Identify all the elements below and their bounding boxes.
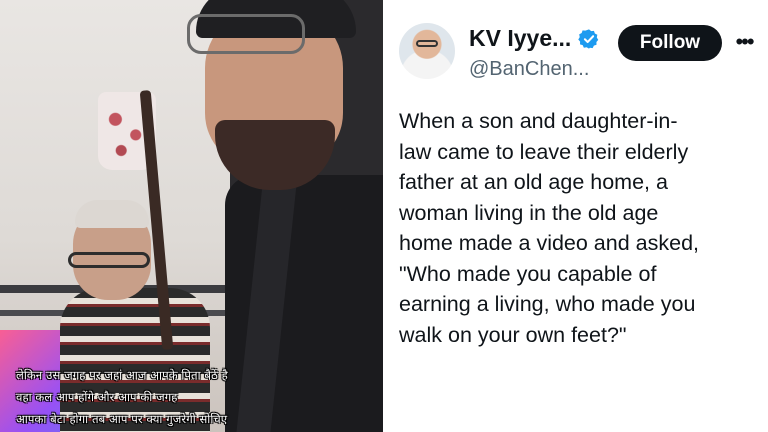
caption-line: वहा कल आप होंगे और आप की जगह: [16, 390, 178, 404]
avatar[interactable]: [399, 23, 455, 79]
elderly-man-hair: [75, 200, 149, 228]
video-still: लेकिन उस जगह पर जहां आज आपके पिता बैठें …: [0, 0, 383, 432]
tweet-text-line: home made a video and asked,: [399, 231, 700, 255]
tweet-text-line: law came to leave their elderly: [399, 139, 689, 164]
tweet-text-line: woman living in the old age: [399, 200, 659, 225]
handle[interactable]: @BanChen...: [469, 58, 589, 81]
author-row: KV Iyye...: [469, 25, 600, 52]
display-name[interactable]: KV Iyye...: [469, 25, 571, 52]
elderly-man-glasses: [68, 252, 150, 268]
verified-badge-icon: [578, 28, 600, 50]
tweet-text-line: "Who made you capable of: [399, 261, 657, 286]
tweet-text: When a son and daughter-in- law came to …: [399, 106, 759, 350]
tweet-text-line: When a son and daughter-in-: [399, 109, 678, 133]
tweet-text-line: walk on your own feet?": [399, 322, 627, 347]
more-options-icon[interactable]: •••: [732, 29, 756, 54]
caption-line: लेकिन उस जगह पर जहां आज आपके पिता बैठें …: [16, 368, 228, 382]
tweet-text-line: father at an old age home, a: [399, 170, 668, 194]
younger-man-glasses: [187, 14, 305, 54]
avatar-glasses: [416, 40, 438, 47]
follow-button[interactable]: Follow: [618, 25, 722, 61]
tweet-text-line: earning a living, who made you: [399, 292, 696, 316]
video-captions: लेकिन उस जगह पर जहां आज आपके पिता बैठें …: [16, 364, 378, 430]
tweet-card: KV Iyye... @BanChen... Follow ••• When a…: [383, 0, 768, 432]
caption-line: आपका बेटा होगा तब आप पर क्या गुजरेगी सोच…: [16, 412, 228, 426]
